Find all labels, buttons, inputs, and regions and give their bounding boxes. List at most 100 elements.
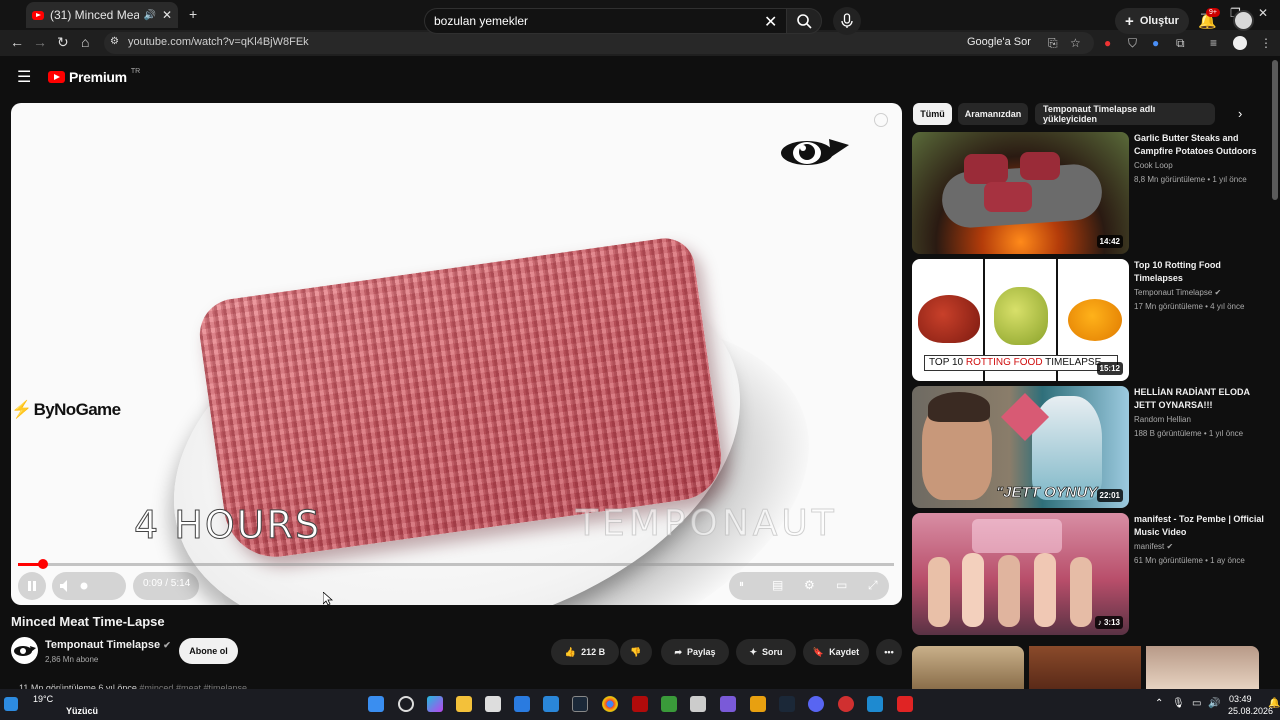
shield-icon[interactable]: ⛉: [1128, 36, 1137, 51]
install-icon[interactable]: ⎘: [1048, 36, 1058, 51]
volume-control[interactable]: [52, 572, 126, 600]
recommended-title[interactable]: manifest - Toz Pembe | Official Music Vi…: [1134, 513, 1264, 539]
weather-icon[interactable]: [4, 697, 18, 711]
url-text[interactable]: youtube.com/watch?v=qKl4BjW8FEk: [128, 36, 309, 48]
back-icon[interactable]: ←: [10, 34, 24, 50]
file-explorer-icon[interactable]: [456, 696, 472, 712]
bookmark-star-icon[interactable]: ☆: [1070, 36, 1081, 50]
recommended-thumbnail[interactable]: TOP 10 ROTTING FOOD TIMELAPSE 15:12: [912, 259, 1129, 381]
notification-center-icon[interactable]: 🔔: [1268, 698, 1280, 709]
recommended-channel[interactable]: Random Hellian: [1134, 415, 1191, 424]
recommended-thumbnail-partial[interactable]: [1146, 646, 1259, 689]
recommended-title[interactable]: Garlic Butter Steaks and Campfire Potato…: [1134, 132, 1264, 158]
clear-search-icon[interactable]: ✕: [764, 12, 777, 32]
theater-mode-icon[interactable]: ▭: [836, 578, 847, 592]
site-info-icon[interactable]: ⚙: [110, 36, 119, 47]
app-icon[interactable]: [661, 696, 677, 712]
hamburger-menu-icon[interactable]: ☰: [17, 67, 31, 87]
search-query[interactable]: bozulan yemekler: [434, 14, 528, 28]
extensions-puzzle-icon[interactable]: ⧉: [1176, 36, 1185, 51]
voice-search-button[interactable]: [833, 7, 861, 35]
scrollbar-thumb[interactable]: [1272, 60, 1278, 200]
steam-icon[interactable]: [779, 696, 795, 712]
store-icon[interactable]: [485, 696, 501, 712]
taskbar-search-icon[interactable]: [398, 696, 414, 712]
speaker-icon[interactable]: 🔊: [143, 10, 155, 21]
weather-desc[interactable]: Yüzücü: [66, 706, 98, 716]
ask-button[interactable]: ✦ Soru: [736, 639, 796, 665]
subscribe-button[interactable]: Abone ol: [179, 638, 238, 664]
subtitles-icon[interactable]: ▤: [772, 578, 783, 592]
start-icon[interactable]: [368, 696, 384, 712]
browser-tab[interactable]: (31) Minced Meat Time-Lapse 🔊 ✕: [26, 2, 178, 28]
settings-gear-icon[interactable]: ⚙: [804, 578, 815, 592]
network-icon[interactable]: ▭: [1192, 698, 1201, 709]
home-icon[interactable]: ⌂: [81, 34, 89, 50]
clock-time[interactable]: 03:49: [1229, 694, 1252, 704]
app-icon[interactable]: [690, 696, 706, 712]
discord-icon[interactable]: [808, 696, 824, 712]
notepad-icon[interactable]: [543, 696, 559, 712]
bookmark-icon: 🔖: [812, 646, 825, 657]
search-button[interactable]: [786, 8, 822, 34]
autoplay-toggle-icon[interactable]: ⏸: [739, 579, 744, 590]
volume-tray-icon[interactable]: 🔊: [1208, 698, 1220, 709]
progress-bar[interactable]: [18, 559, 894, 569]
more-actions-button[interactable]: •••: [876, 639, 902, 665]
share-button[interactable]: ➦ Paylaş: [661, 639, 729, 665]
windows-taskbar: 19°C Yüzücü ⌃ 🎙 ▭ 🔊 03:49 25.08.2026 🔔: [0, 689, 1280, 720]
info-icon[interactable]: [874, 113, 888, 127]
fullscreen-icon[interactable]: ⤢: [868, 578, 878, 593]
account-avatar[interactable]: [1233, 10, 1254, 31]
like-button[interactable]: 👍 212 B: [551, 639, 619, 665]
profile-avatar[interactable]: [1233, 36, 1247, 50]
app-icon[interactable]: [750, 696, 766, 712]
play-pause-button[interactable]: [18, 572, 46, 600]
recommended-title[interactable]: Top 10 Rotting Food Timelapses: [1134, 259, 1264, 285]
app-icon[interactable]: [897, 696, 913, 712]
recommended-thumbnail[interactable]: 14:42: [912, 132, 1129, 254]
channel-avatar[interactable]: [11, 637, 38, 664]
channel-name[interactable]: Temponaut Timelapse ✔: [45, 639, 171, 651]
scrubber-handle[interactable]: [38, 559, 49, 569]
chip-all[interactable]: Tümü: [913, 103, 952, 125]
recommended-thumbnail-partial[interactable]: [912, 646, 1024, 689]
netflix-icon[interactable]: [632, 696, 648, 712]
chrome-icon[interactable]: [602, 696, 618, 712]
copilot-icon[interactable]: [427, 696, 443, 712]
app-icon[interactable]: [720, 696, 736, 712]
google-ask-button[interactable]: Google'a Sor: [967, 36, 1031, 48]
recommended-thumbnail[interactable]: ♪ 3:13: [912, 513, 1129, 635]
create-button[interactable]: + Oluştur: [1115, 8, 1189, 34]
reload-icon[interactable]: ↻: [57, 34, 69, 51]
tray-chevron-icon[interactable]: ⌃: [1155, 698, 1163, 709]
steam-icon[interactable]: [572, 696, 588, 712]
microphone-tray-icon[interactable]: 🎙: [1172, 698, 1185, 709]
forward-icon[interactable]: →: [33, 34, 47, 50]
window-close-button[interactable]: ✕: [1258, 6, 1268, 20]
chip-from-search[interactable]: Aramanızdan: [958, 103, 1028, 125]
save-button[interactable]: 🔖 Kaydet: [803, 639, 869, 665]
recommended-title[interactable]: HELLİAN RADİANT ELODA JETT OYNARSA!!!: [1134, 386, 1264, 412]
dislike-button[interactable]: 👎: [620, 639, 652, 665]
tab-list-icon[interactable]: ≡: [1210, 36, 1217, 50]
recommended-thumbnail[interactable]: "JETT OYNUY 22:01: [912, 386, 1129, 508]
chevron-right-icon[interactable]: ›: [1238, 106, 1242, 121]
edge-icon[interactable]: [514, 696, 530, 712]
clock-date[interactable]: 25.08.2026: [1228, 706, 1273, 716]
video-player[interactable]: ⚡ ByNoGame 4 HOURS TEMPONAUT 0:09 / 5:14 …: [11, 103, 902, 605]
recommended-thumbnail-partial[interactable]: [1029, 646, 1141, 689]
app-icon[interactable]: [867, 696, 883, 712]
app-icon[interactable]: [838, 696, 854, 712]
recommended-channel[interactable]: Cook Loop: [1134, 161, 1173, 170]
browser-menu-icon[interactable]: ⋮: [1260, 36, 1272, 50]
extension-2-icon[interactable]: ●: [1152, 36, 1159, 50]
extension-icon[interactable]: ●: [1104, 36, 1111, 50]
recommended-channel[interactable]: Temponaut Timelapse ✔: [1134, 288, 1221, 297]
chip-from-uploader[interactable]: Temponaut Timelapse adlı yükleyiciden: [1035, 103, 1215, 125]
weather-temp[interactable]: 19°C: [33, 694, 53, 704]
recommended-channel[interactable]: manifest ✔: [1134, 542, 1173, 551]
tab-close-icon[interactable]: ✕: [162, 8, 172, 22]
youtube-logo[interactable]: Premium TR: [48, 68, 140, 85]
new-tab-button[interactable]: +: [189, 6, 197, 22]
